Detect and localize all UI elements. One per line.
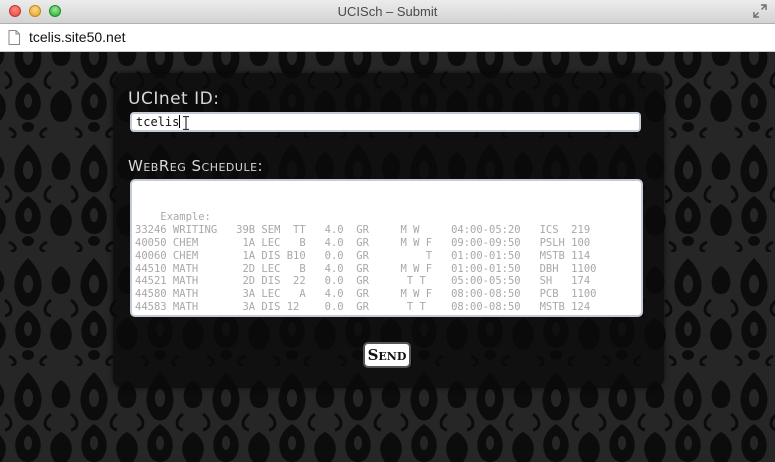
- schedule-textarea[interactable]: Example: 33246 WRITING 39B SEM TT 4.0 GR…: [130, 179, 643, 317]
- ucinet-id-value: tcelis: [136, 115, 180, 129]
- browser-window: UCISch – Submit tcelis.site50.net UCInet…: [0, 0, 775, 462]
- address-bar[interactable]: tcelis.site50.net: [0, 24, 775, 52]
- window-title: UCISch – Submit: [337, 4, 438, 19]
- ucinet-id-input[interactable]: tcelis: [130, 112, 641, 132]
- webreg-schedule-label: WebReg Schedule:: [128, 157, 264, 175]
- send-button[interactable]: Send: [363, 342, 411, 368]
- fullscreen-icon[interactable]: [753, 4, 767, 18]
- ucinet-id-label: UCInet ID:: [128, 89, 220, 109]
- page-icon: [8, 30, 20, 45]
- text-caret: [179, 115, 181, 128]
- text-cursor-icon: [183, 116, 189, 130]
- url-text[interactable]: tcelis.site50.net: [29, 29, 126, 45]
- schedule-placeholder: Example: 33246 WRITING 39B SEM TT 4.0 GR…: [135, 210, 597, 314]
- title-bar: UCISch – Submit: [0, 0, 775, 24]
